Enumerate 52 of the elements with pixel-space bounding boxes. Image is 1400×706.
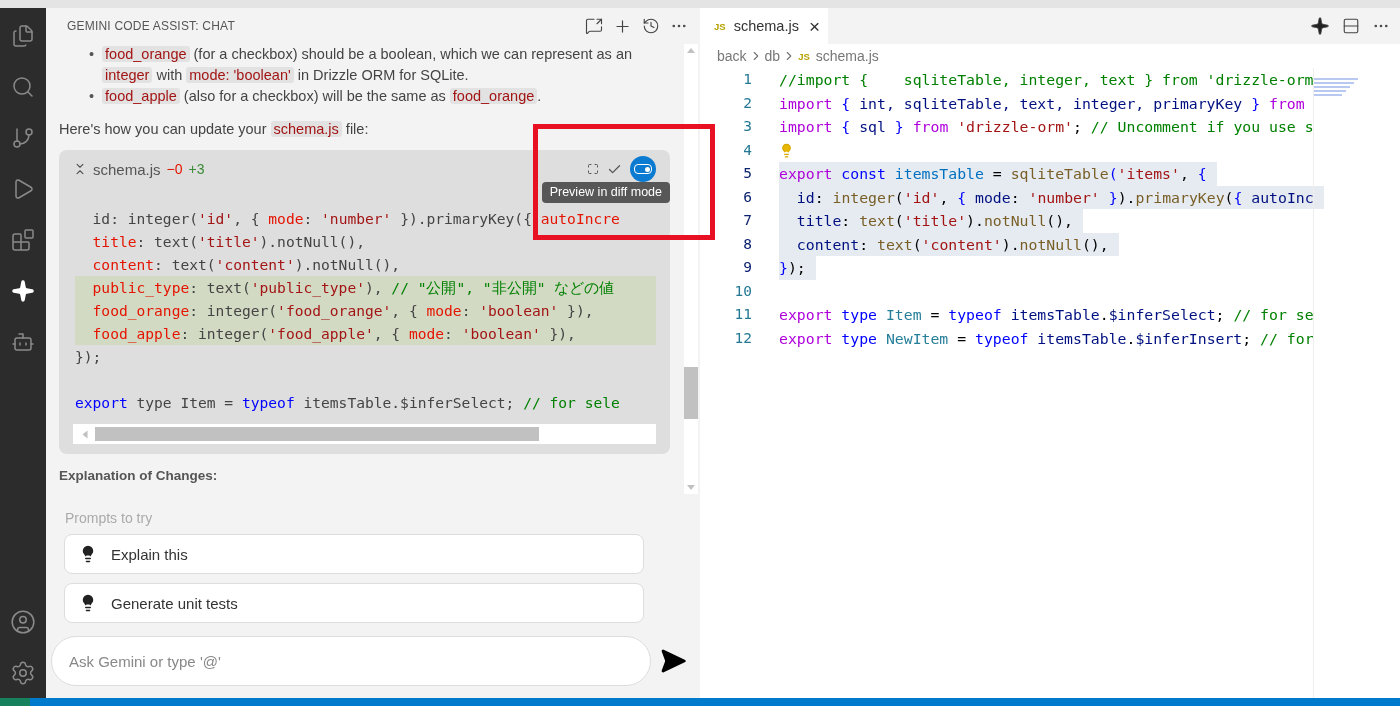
code-line: export type Item = typeof itemsTable.$inferSelect; // for se	[779, 305, 1314, 325]
editor-tab[interactable]: JS schema.js ×	[700, 8, 828, 44]
bullet-text: food_orange (for a checkbox) should be a boolean, which we can represent as an integer with mode: 'boolean' in Drizzle ORM for SQLite.	[102, 44, 670, 86]
line-number: 2	[742, 93, 752, 113]
code-file-name: schema.js	[93, 160, 161, 178]
code-line: //import { sqliteTable, integer, text } from 'drizzle-orm	[779, 70, 1314, 90]
bullet-marker: •	[89, 87, 95, 106]
prompt-suggestion[interactable]: Explain this	[64, 534, 644, 574]
added-count: +3	[188, 161, 205, 177]
bullet-text: food_apple (also for a checkbox) will be the same as food_orange .	[102, 86, 670, 107]
close-button[interactable]: ×	[806, 16, 822, 36]
line-number: 9	[742, 258, 752, 277]
prompt-suggestion[interactable]: Generate unit tests	[64, 583, 644, 623]
line-number: 7	[742, 211, 752, 230]
split-layout-icon[interactable]	[1342, 17, 1360, 35]
chat-share-icon[interactable]	[585, 16, 603, 35]
line-number: 5	[742, 164, 752, 183]
horizontal-scrollbar[interactable]	[73, 424, 656, 444]
chat-input[interactable]: Ask Gemini or type '@'	[51, 636, 651, 686]
tooltip: Preview in diff mode	[541, 182, 670, 203]
prompts-label: Prompts to try	[65, 510, 154, 526]
breadcrumb-item[interactable]: JS schema.js	[798, 48, 879, 64]
bullet-marker: •	[89, 45, 95, 64]
send-button[interactable]	[659, 647, 687, 675]
line-number: 12	[733, 328, 752, 348]
code-line: export type NewItem = typeof itemsTable.$inferInsert; // for	[779, 328, 1314, 349]
line-number: 4	[742, 140, 752, 160]
history-icon[interactable]	[642, 16, 660, 35]
vertical-scrollbar[interactable]	[684, 44, 698, 494]
line-number: 6	[742, 187, 752, 207]
code-line: });	[75, 347, 103, 367]
breadcrumb-item[interactable]: db	[764, 48, 781, 64]
expand-icon[interactable]	[587, 163, 599, 175]
code-line: title: text('title').notNull(),	[91, 232, 366, 252]
line-number: 11	[733, 305, 752, 324]
code-line: content: text('content').notNull(),	[91, 255, 402, 275]
diff-toggle[interactable]	[630, 156, 656, 182]
line-number: 1	[742, 70, 752, 89]
code-line: import { int, sqliteTable, text, integer, primaryKey } from	[779, 93, 1305, 114]
section-heading: Explanation of Changes:	[59, 468, 219, 483]
breadcrumb-item[interactable]: back	[717, 48, 747, 64]
code-line: id: integer('id', { mode: 'number' }).primaryKey({ autoIncre	[91, 209, 621, 229]
sparkle-icon[interactable]	[1310, 16, 1330, 36]
panel-title: GEMINI CODE ASSIST: CHAT	[67, 19, 236, 33]
code-line: import { sql } from 'drizzle-orm'; // Uncomment if you use s	[779, 117, 1314, 137]
message-text: Here's how you can update your schema.js file:	[59, 120, 370, 139]
line-number: 3	[742, 117, 752, 136]
line-number: 10	[733, 281, 752, 301]
removed-count: −0	[166, 161, 183, 177]
line-number: 8	[742, 234, 752, 254]
code-line: export type Item = typeof itemsTable.$inferSelect; // for sele	[75, 393, 621, 413]
collapse-icon[interactable]	[73, 162, 87, 176]
